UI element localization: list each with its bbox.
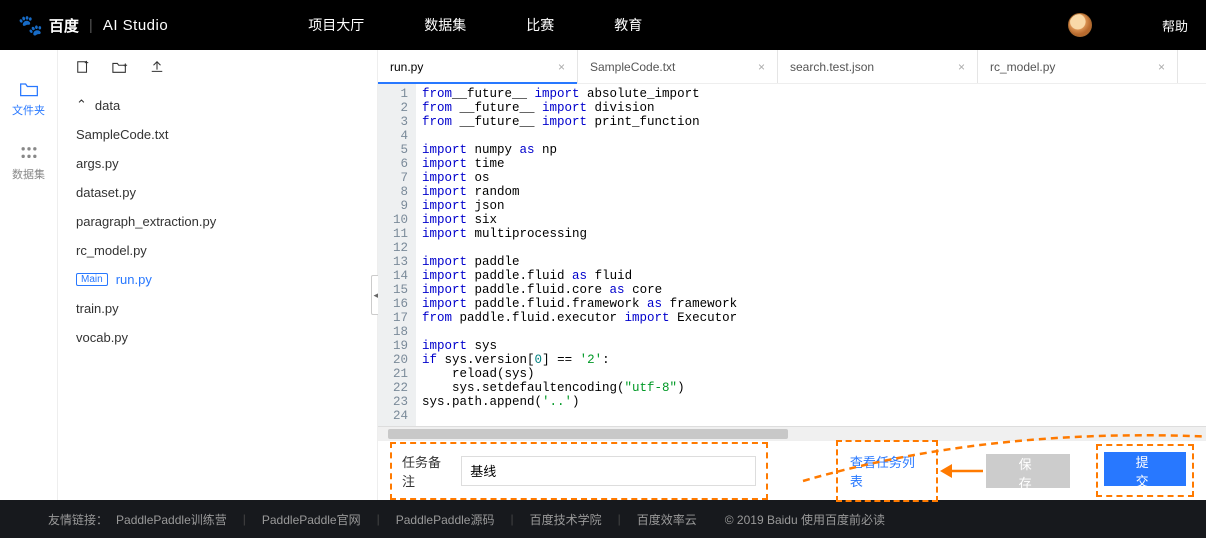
main-badge: Main [76, 273, 108, 286]
brand-separator: | [89, 17, 93, 34]
file-paragraph-extraction[interactable]: paragraph_extraction.py [58, 207, 377, 236]
footer-link[interactable]: PaddlePaddle训练营 [116, 511, 227, 528]
file-panel: ⌃ data SampleCode.txt args.py dataset.py… [58, 50, 378, 500]
editor-area: ◀ run.py× SampleCode.txt× search.test.js… [378, 50, 1206, 500]
dataset-icon [19, 144, 39, 162]
nav-help[interactable]: 帮助 [1162, 16, 1188, 35]
remark-label: 任务备注 [402, 452, 451, 490]
file-samplecode[interactable]: SampleCode.txt [58, 120, 377, 149]
tab-samplecode[interactable]: SampleCode.txt× [578, 50, 778, 83]
tab-rc-model[interactable]: rc_model.py× [978, 50, 1178, 83]
avatar[interactable] [1068, 13, 1092, 37]
annotation-arrow-back [938, 459, 988, 483]
upload-icon[interactable] [150, 60, 164, 77]
editor-tabs: run.py× SampleCode.txt× search.test.json… [378, 50, 1206, 84]
nav-edu[interactable]: 教育 [614, 15, 642, 35]
new-folder-icon[interactable] [112, 60, 128, 77]
footer-link[interactable]: 百度效率云 [637, 511, 697, 528]
code-text[interactable]: from__future__ import absolute_import fr… [416, 84, 1206, 426]
close-icon[interactable]: × [758, 60, 765, 74]
remark-group: 任务备注 [390, 442, 768, 500]
line-gutter: 1 2 3 4 5 6 7 8 9 10 11 12 13 14 15 16 1… [378, 84, 416, 426]
side-rail: 文件夹 数据集 [0, 50, 58, 500]
file-rc-model[interactable]: rc_model.py [58, 236, 377, 265]
brand-baidu: 百度 [49, 15, 79, 36]
footer: 友情链接： PaddlePaddle训练营| PaddlePaddle官网| P… [0, 500, 1206, 538]
footer-copyright: © 2019 Baidu 使用百度前必读 [725, 511, 885, 528]
file-dataset[interactable]: dataset.py [58, 178, 377, 207]
close-icon[interactable]: × [1158, 60, 1165, 74]
topbar: 🐾 百度 | AI Studio 项目大厅 数据集 比赛 教育 帮助 [0, 0, 1206, 50]
footer-link[interactable]: PaddlePaddle官网 [262, 511, 361, 528]
horizontal-scrollbar[interactable] [378, 426, 1206, 440]
side-files[interactable]: 文件夹 [0, 70, 57, 128]
save-button[interactable]: 保存 [986, 454, 1070, 488]
tab-search-test[interactable]: search.test.json× [778, 50, 978, 83]
close-icon[interactable]: × [958, 60, 965, 74]
file-train[interactable]: train.py [58, 294, 377, 323]
bottom-bar: 任务备注 查看任务列表 保存 提交 [378, 440, 1206, 500]
baidu-paw-icon: 🐾 [18, 13, 43, 38]
nav-contest[interactable]: 比赛 [526, 15, 554, 35]
side-datasets[interactable]: 数据集 [0, 134, 57, 192]
submit-highlight: 提交 [1096, 444, 1194, 497]
footer-label: 友情链接： [48, 511, 108, 528]
submit-button[interactable]: 提交 [1104, 452, 1186, 486]
file-tree: ⌃ data SampleCode.txt args.py dataset.py… [58, 86, 377, 356]
remark-input[interactable] [461, 456, 756, 486]
file-toolbar [58, 50, 377, 86]
folder-data[interactable]: ⌃ data [58, 90, 377, 120]
footer-link[interactable]: PaddlePaddle源码 [396, 511, 495, 528]
close-icon[interactable]: × [558, 60, 565, 74]
tab-run[interactable]: run.py× [378, 50, 578, 83]
logo[interactable]: 🐾 百度 | AI Studio [18, 13, 168, 38]
new-file-icon[interactable] [76, 60, 90, 77]
nav-hall[interactable]: 项目大厅 [308, 15, 364, 35]
file-args[interactable]: args.py [58, 149, 377, 178]
scrollbar-thumb[interactable] [388, 429, 788, 439]
view-task-list[interactable]: 查看任务列表 [836, 440, 938, 502]
folder-icon [19, 80, 39, 98]
brand-studio: AI Studio [103, 17, 168, 34]
main-nav: 项目大厅 数据集 比赛 教育 [308, 15, 642, 35]
file-vocab[interactable]: vocab.py [58, 323, 377, 352]
nav-dataset[interactable]: 数据集 [424, 15, 466, 35]
chevron-icon: ⌃ [76, 97, 87, 113]
code-view[interactable]: 1 2 3 4 5 6 7 8 9 10 11 12 13 14 15 16 1… [378, 84, 1206, 426]
footer-link[interactable]: 百度技术学院 [530, 511, 602, 528]
file-run[interactable]: Main run.py [58, 265, 377, 294]
